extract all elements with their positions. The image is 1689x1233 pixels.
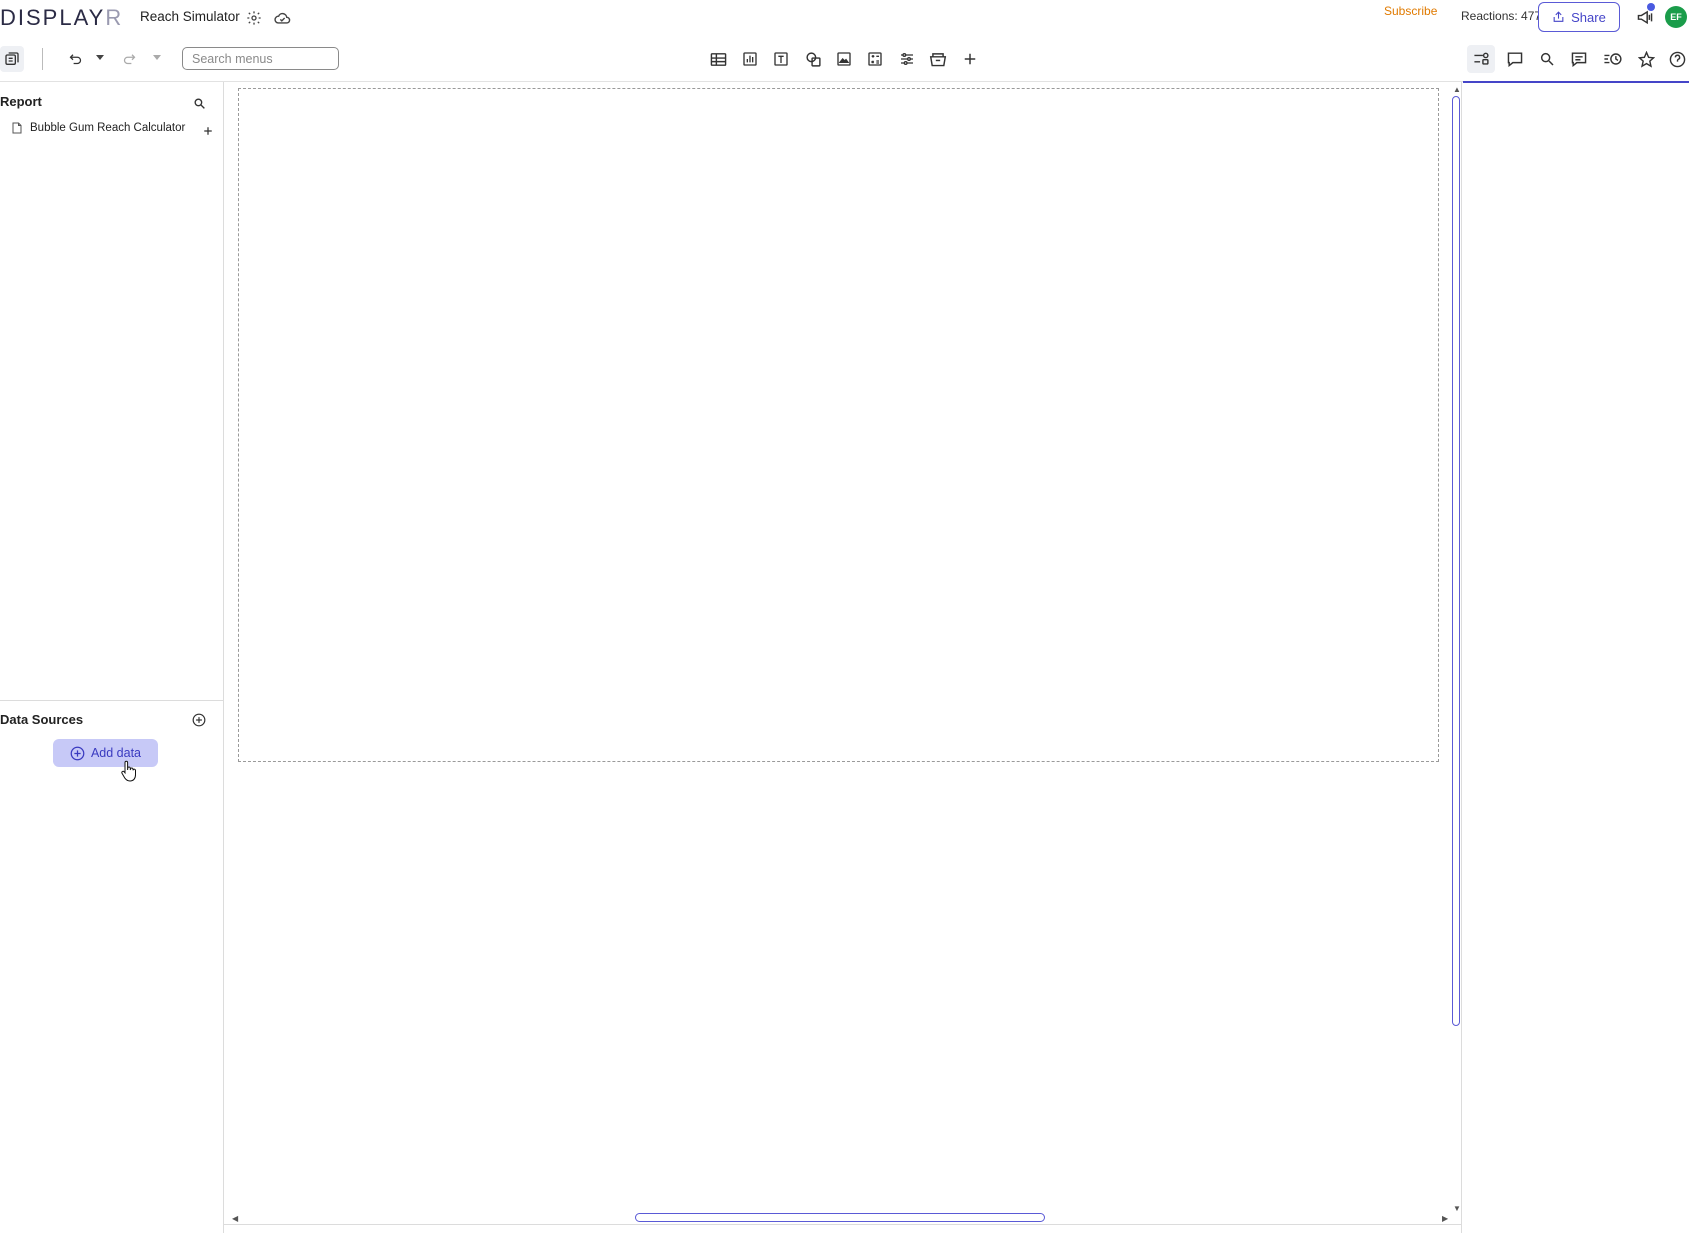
comments-icon[interactable] xyxy=(1503,47,1527,71)
history-icon[interactable] xyxy=(1600,47,1626,71)
insert-chart-icon[interactable] xyxy=(739,48,761,70)
insert-shape-icon[interactable] xyxy=(802,48,824,70)
add-data-source-circle-plus-icon[interactable] xyxy=(189,710,209,730)
right-panel-accent-bar xyxy=(1463,81,1689,83)
canvas-bottom-border xyxy=(224,1224,1461,1225)
vertical-scroll-up-arrow-icon[interactable]: ▲ xyxy=(1453,85,1461,94)
user-avatar[interactable]: EF xyxy=(1665,6,1687,28)
vertical-scrollbar-thumb[interactable] xyxy=(1452,96,1460,1026)
undo-history-chevron-down-icon[interactable] xyxy=(94,50,106,66)
subscribe-link[interactable]: Subscribe xyxy=(1384,4,1437,18)
cloud-saved-icon[interactable] xyxy=(272,8,292,28)
horizontal-scrollbar-thumb[interactable] xyxy=(635,1213,1045,1222)
page-item-bubble-gum-reach-calculator[interactable]: Bubble Gum Reach Calculator xyxy=(12,122,185,134)
document-title[interactable]: Reach Simulator xyxy=(140,9,240,24)
notification-dot xyxy=(1647,3,1655,11)
add-more-plus-icon[interactable] xyxy=(959,48,981,70)
search-icon[interactable] xyxy=(1535,47,1559,71)
vertical-scroll-down-arrow-icon[interactable]: ▼ xyxy=(1453,1204,1461,1213)
report-heading: Report xyxy=(0,94,42,109)
add-circle-plus-icon xyxy=(70,746,85,760)
toolbar-bottom-border xyxy=(0,81,1689,82)
report-search-icon[interactable] xyxy=(189,93,209,113)
insert-image-icon[interactable] xyxy=(833,48,855,70)
logo-main-text: DISPLAY xyxy=(0,5,106,30)
toolbar-separator xyxy=(42,48,43,70)
object-inspector-icon[interactable] xyxy=(1467,45,1495,73)
insert-table-icon[interactable] xyxy=(707,48,729,70)
data-sources-heading: Data Sources xyxy=(0,712,84,727)
toggle-panel-icon[interactable] xyxy=(0,46,24,72)
report-page-canvas[interactable] xyxy=(238,88,1439,762)
canvas-right-border xyxy=(1461,82,1462,1233)
logo-tail-text: R xyxy=(105,5,124,30)
horizontal-scroll-left-arrow-icon[interactable]: ◀ xyxy=(232,1214,238,1223)
help-question-icon[interactable] xyxy=(1666,47,1689,71)
settings-gear-icon[interactable] xyxy=(244,8,264,28)
insert-calculation-icon[interactable] xyxy=(864,48,886,70)
add-data-button[interactable]: Add data xyxy=(53,739,158,767)
sidebar-right-border xyxy=(223,82,224,1233)
page-item-label: Bubble Gum Reach Calculator xyxy=(30,122,186,134)
share-button[interactable]: Share xyxy=(1538,2,1620,32)
insert-text-box-icon[interactable] xyxy=(770,48,792,70)
share-label: Share xyxy=(1571,9,1606,25)
favorites-star-icon[interactable] xyxy=(1634,47,1658,71)
redo-icon[interactable] xyxy=(118,47,140,69)
data-sources-divider xyxy=(0,700,223,701)
insert-filter-controls-icon[interactable] xyxy=(896,48,918,70)
mouse-cursor-hand-icon xyxy=(118,758,138,784)
share-icon xyxy=(1553,11,1564,22)
search-menus-input[interactable] xyxy=(182,47,339,70)
undo-icon[interactable] xyxy=(64,47,86,69)
insert-from-library-icon[interactable] xyxy=(927,48,949,70)
reactions-count: Reactions: 477 xyxy=(1461,9,1542,23)
horizontal-scroll-right-arrow-icon[interactable]: ▶ xyxy=(1442,1214,1448,1223)
displayr-logo[interactable]: DISPLAY R xyxy=(0,5,124,30)
notes-icon[interactable] xyxy=(1567,47,1591,71)
redo-history-chevron-down-icon[interactable] xyxy=(151,50,163,66)
page-document-icon xyxy=(12,122,22,134)
add-page-plus-icon[interactable] xyxy=(199,122,217,140)
